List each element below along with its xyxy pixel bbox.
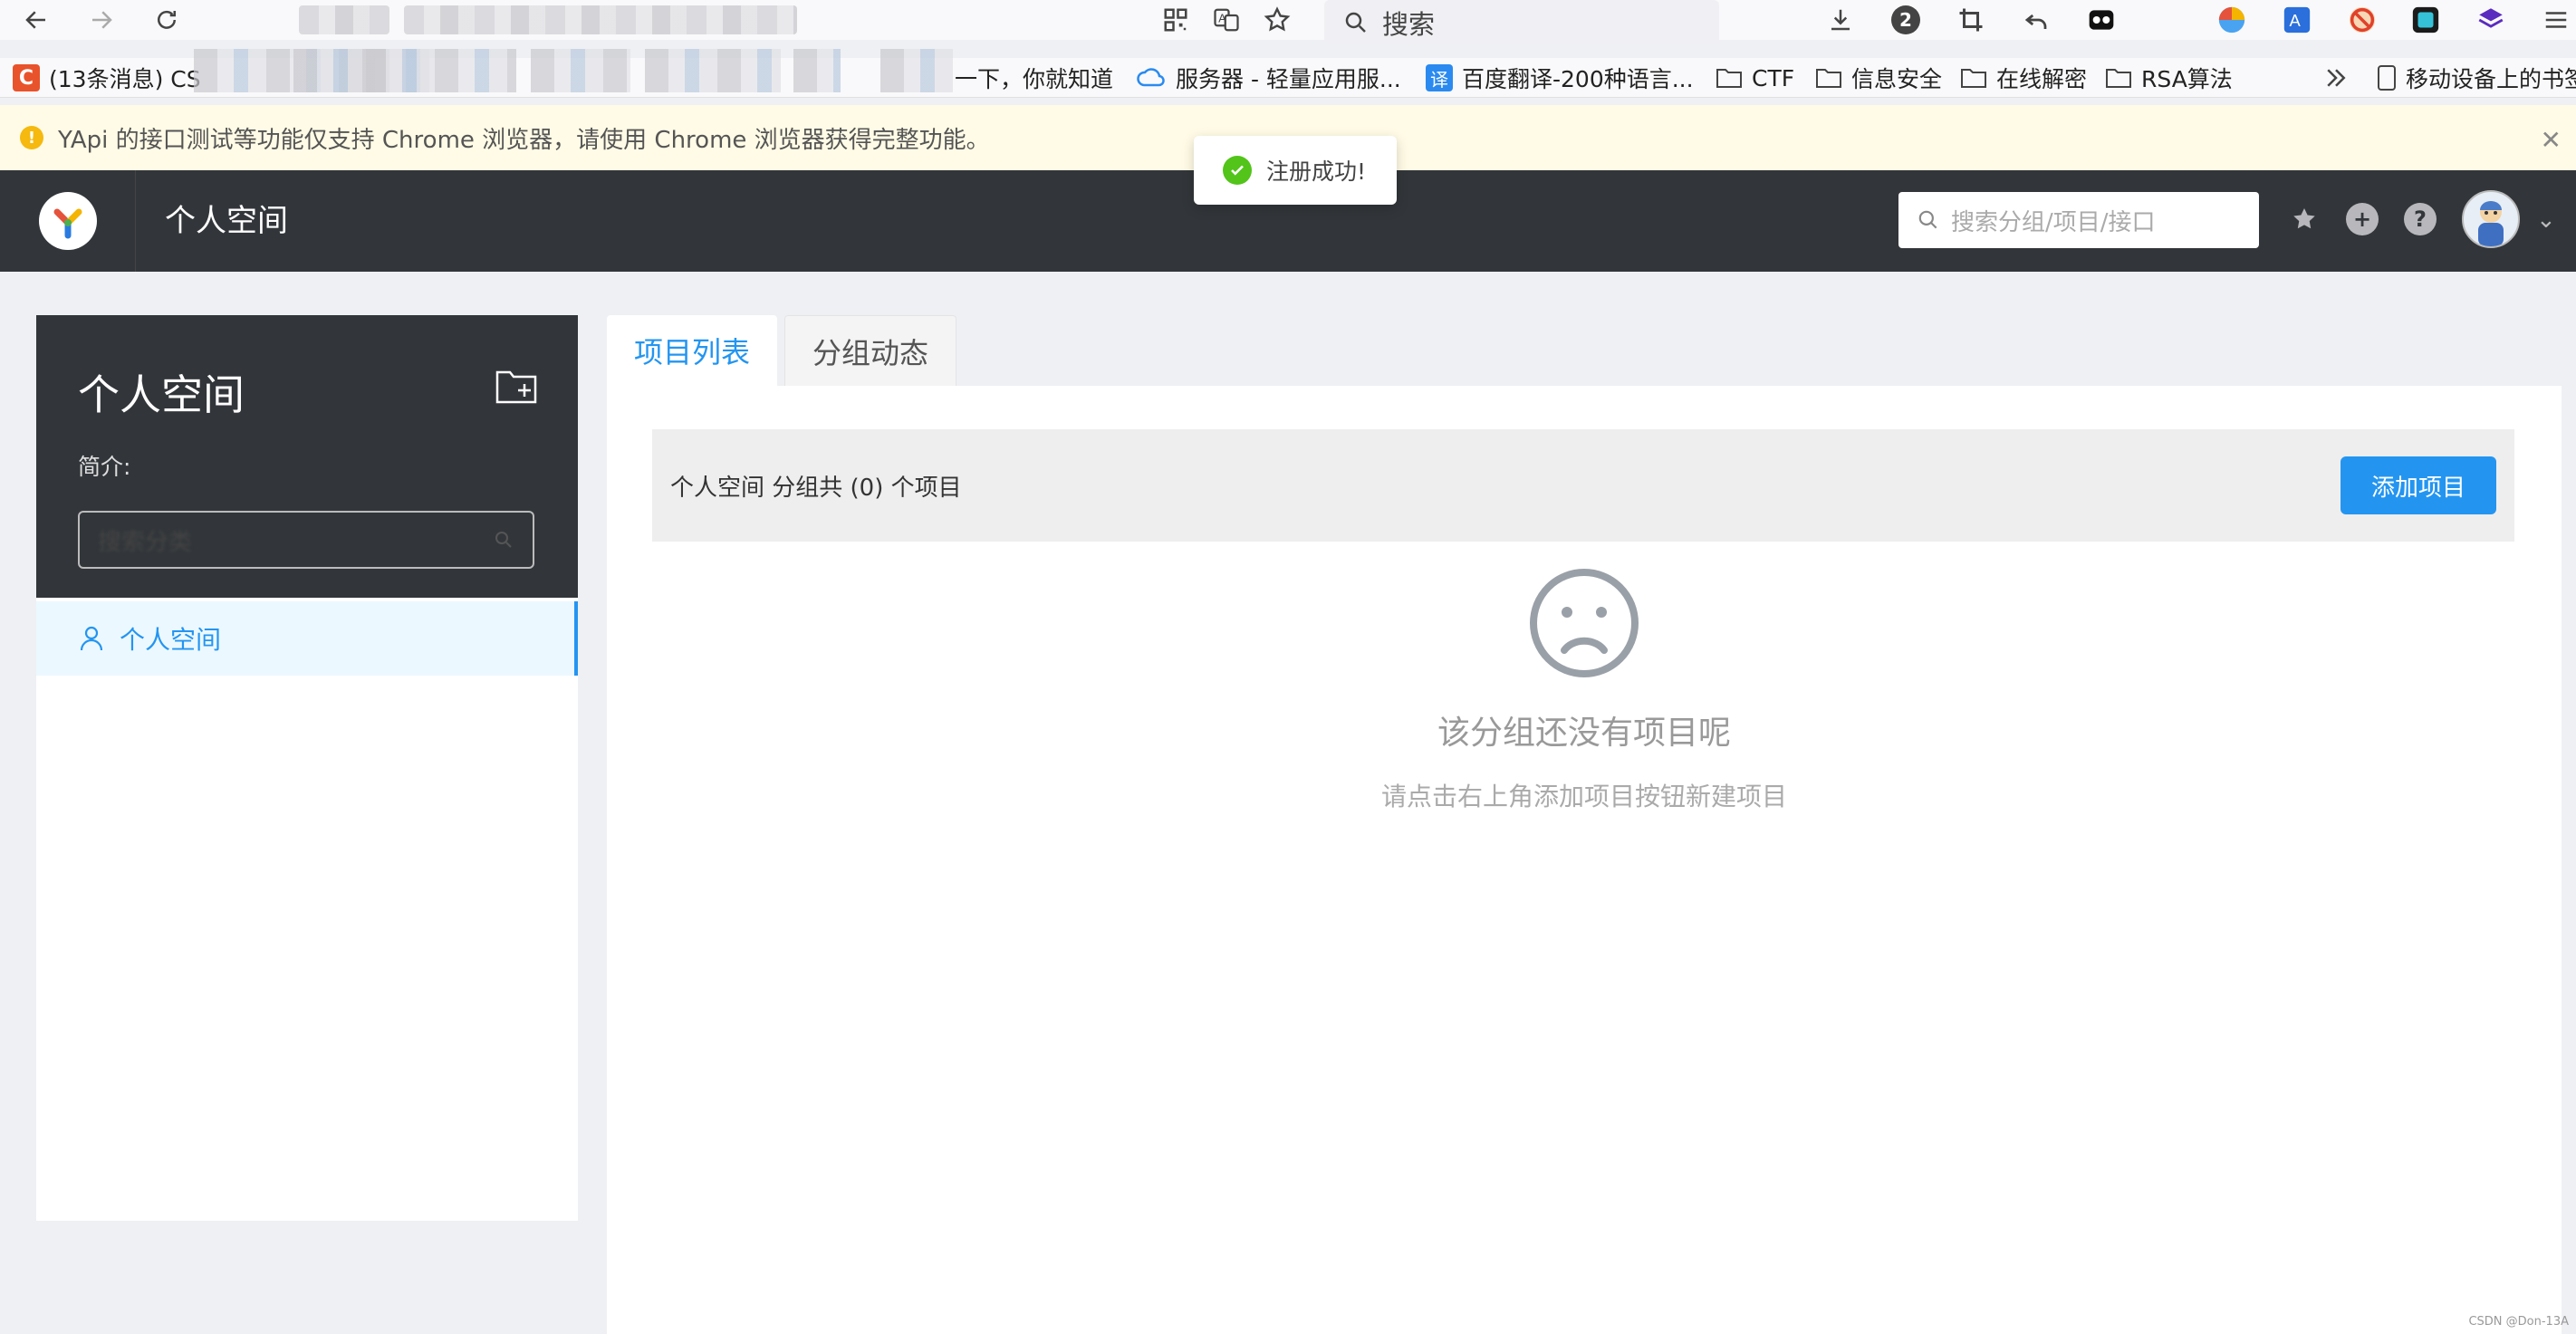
bookmark-baidu[interactable]: 一下，你就知道 [955, 58, 1113, 98]
yapi-logo-icon [38, 192, 97, 250]
extension-block-icon[interactable] [2344, 0, 2380, 40]
sidebar-search-input[interactable]: 搜索分类 [78, 511, 534, 569]
star-icon[interactable] [2288, 203, 2321, 235]
folder-icon [1961, 69, 1986, 88]
user-icon [80, 626, 103, 651]
svg-text:A: A [2290, 11, 2302, 30]
bookmark-folder-rsa[interactable]: RSA算法 [2105, 58, 2233, 98]
bookmark-label: RSA算法 [2141, 66, 2233, 92]
header-search-input[interactable]: 搜索分组/项目/接口 [1898, 192, 2259, 248]
sidebar-search-placeholder: 搜索分类 [98, 528, 193, 556]
check-circle-icon [1223, 156, 1252, 185]
bookmark-folder-security[interactable]: 信息安全 [1815, 58, 1942, 98]
sidebar-item-label: 个人空间 [120, 625, 222, 655]
browser-search-label: 搜索 [1382, 9, 1436, 40]
extension-dark-icon[interactable] [2408, 0, 2444, 40]
bookmark-label: 服务器 - 轻量应用服... [1176, 66, 1401, 92]
cloud-icon [1137, 68, 1165, 87]
mobile-icon [2378, 65, 2396, 91]
bookmark-folder-decrypt[interactable]: 在线解密 [1960, 58, 2087, 98]
search-icon [495, 532, 512, 548]
extension-layers-icon[interactable] [2473, 0, 2509, 40]
add-project-button[interactable]: 添加项目 [2341, 456, 2496, 514]
help-icon[interactable]: ? [2404, 203, 2437, 235]
empty-title: 该分组还没有项目呢 [1437, 715, 1731, 752]
menu-icon[interactable] [2538, 0, 2574, 40]
bookmark-label: 信息安全 [1851, 66, 1943, 92]
success-toast: 注册成功! [1194, 136, 1397, 205]
tab-group-activity[interactable]: 分组动态 [784, 315, 957, 386]
bookmark-baidu-translate[interactable]: 译 百度翻译-200种语言... [1426, 58, 1694, 98]
sidebar-intro-label: 简介: [78, 454, 131, 480]
forward-icon[interactable] [83, 0, 120, 40]
translate-page-icon[interactable]: A [1208, 0, 1245, 40]
header-title: 个人空间 [165, 203, 288, 239]
bookmark-mobile[interactable]: 移动设备上的书签 [2377, 58, 2576, 98]
sidebar-item-personal-space[interactable]: 个人空间 [36, 601, 578, 676]
bookmark-label: 在线解密 [1996, 66, 2088, 92]
bookmarks-overflow-icon[interactable] [2322, 58, 2350, 98]
logo-link[interactable] [0, 170, 136, 272]
project-list-panel: 个人空间 分组共 (0) 个项目 添加项目 该分组还没有项目呢 请点击右上角添加… [607, 386, 2562, 1334]
empty-state: 该分组还没有项目呢 请点击右上角添加项目按钮新建项目 [607, 567, 2562, 813]
sidebar-header: 个人空间 简介: 搜索分类 [36, 315, 578, 598]
search-icon [1345, 12, 1366, 33]
empty-description: 请点击右上角添加项目按钮新建项目 [1380, 782, 1787, 811]
project-count-text: 个人空间 分组共 (0) 个项目 [670, 474, 962, 502]
close-icon[interactable]: ✕ [2541, 125, 2562, 155]
download-icon[interactable] [1822, 0, 1859, 40]
group-sidebar: 个人空间 简介: 搜索分类 个人空间 [36, 315, 578, 1221]
badge-count: 2 [1891, 5, 1920, 34]
url-blurred [404, 5, 797, 34]
extension-eyes-icon[interactable] [2083, 0, 2119, 40]
url-blurred [299, 5, 389, 34]
bookmark-label: 一下，你就知道 [955, 66, 1114, 92]
add-folder-icon[interactable] [495, 368, 538, 409]
bookmark-label: (13条消息) CS [49, 66, 201, 92]
bookmark-star-icon[interactable] [1259, 0, 1295, 40]
project-summary-bar: 个人空间 分组共 (0) 个项目 添加项目 [652, 429, 2514, 542]
add-circle-icon[interactable]: + [2346, 203, 2379, 235]
extension-translate-icon[interactable]: A [2279, 0, 2315, 40]
user-avatar[interactable] [2462, 190, 2520, 248]
crop-icon[interactable] [1953, 0, 1989, 40]
warning-icon: ! [20, 126, 43, 149]
bookmark-label: 百度翻译-200种语言... [1462, 66, 1694, 92]
sad-face-icon [1530, 569, 1639, 677]
reload-icon[interactable] [149, 0, 185, 40]
content-tabs: 项目列表 分组动态 [607, 315, 957, 386]
bookmark-label: CTF [1752, 64, 1795, 91]
back-icon[interactable] [18, 0, 54, 40]
translate-icon: 译 [1426, 64, 1453, 91]
tab-project-list[interactable]: 项目列表 [607, 315, 778, 386]
extension-colorful-icon[interactable] [2214, 0, 2250, 40]
folder-icon [1716, 69, 1742, 88]
browser-search-box[interactable]: 搜索 [1324, 0, 1719, 45]
csdn-icon: C [13, 64, 40, 91]
chevron-down-icon[interactable]: ⌄ [2536, 206, 2556, 234]
folder-icon [2106, 69, 2131, 88]
header-search-placeholder: 搜索分组/项目/接口 [1951, 208, 2156, 236]
undo-icon[interactable] [2018, 0, 2054, 40]
qr-code-icon[interactable] [1158, 0, 1194, 40]
search-icon [1918, 210, 1937, 229]
bookmark-blurred [362, 49, 516, 92]
bookmark-csdn[interactable]: C (13条消息) CS [13, 58, 201, 98]
bookmark-blurred [645, 49, 781, 92]
warning-text: YApi 的接口测试等功能仅支持 Chrome 浏览器，请使用 Chrome 浏… [58, 126, 990, 154]
browser-toolbar: A 搜索 2 A [0, 0, 2576, 45]
bookmark-label: 移动设备上的书签 [2406, 66, 2576, 92]
bookmark-server[interactable]: 服务器 - 轻量应用服... [1136, 58, 1401, 98]
sidebar-title: 个人空间 [78, 370, 245, 419]
bookmark-blurred [793, 49, 841, 92]
toast-text: 注册成功! [1266, 158, 1367, 185]
bookmark-blurred [531, 49, 630, 92]
bookmark-folder-ctf[interactable]: CTF [1716, 58, 1794, 98]
bookmark-blurred [880, 49, 953, 92]
folder-icon [1816, 69, 1841, 88]
extension-badge[interactable]: 2 [1888, 0, 1924, 40]
watermark: CSDN @Don-13A [2468, 1315, 2569, 1329]
